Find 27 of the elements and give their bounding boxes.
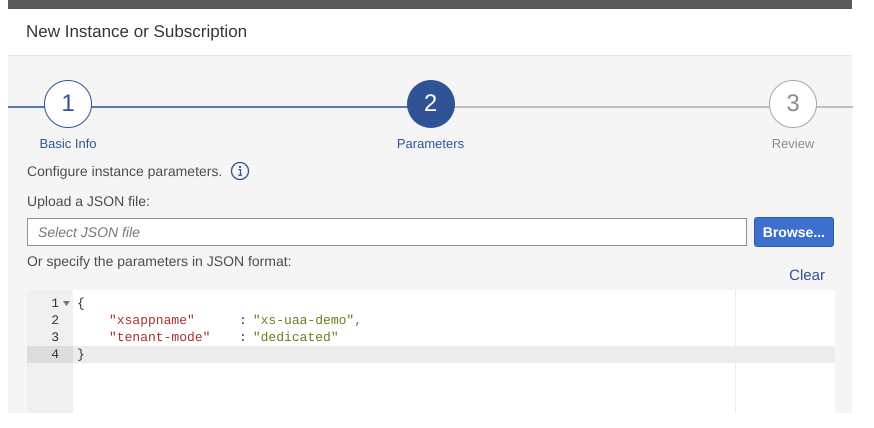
- line-number: 3: [51, 330, 59, 345]
- file-field[interactable]: Select JSON file: [27, 218, 747, 246]
- dialog-title: New Instance or Subscription: [26, 22, 248, 42]
- json-punctuation: }: [77, 347, 85, 362]
- line-number: 4: [51, 347, 59, 362]
- json-punctuation: :: [239, 330, 247, 345]
- json-value: "xs-uaa-demo",: [252, 313, 362, 328]
- step-circle[interactable]: 2: [406, 80, 454, 128]
- editor-label: Or specify the parameters in JSON format:: [27, 253, 292, 269]
- line-number: 2: [51, 313, 59, 328]
- upload-label: Upload a JSON file:: [27, 193, 150, 209]
- json-value: "dedicated": [252, 330, 339, 345]
- json-punctuation: {: [77, 296, 85, 311]
- json-key: "xsappname": [109, 313, 239, 328]
- fold-icon[interactable]: [63, 301, 70, 306]
- json-key: "tenant-mode": [109, 330, 239, 345]
- intro-text: Configure instance parameters.: [27, 163, 222, 179]
- step-label: Parameters: [396, 136, 464, 151]
- clear-link[interactable]: Clear: [789, 267, 825, 284]
- line-number: 1: [51, 296, 59, 311]
- json-punctuation: :: [239, 313, 247, 328]
- browse-button[interactable]: Browse...: [754, 217, 834, 247]
- step-label: Basic Info: [39, 136, 97, 151]
- info-icon[interactable]: [230, 161, 250, 181]
- step-label: Review: [772, 136, 814, 151]
- step-circle[interactable]: 1: [44, 80, 92, 128]
- code-editor[interactable]: 1 { 2 "xsappname" : "xs-uaa-demo", 3 "tenant-mode" : "dedicated" 4 }: [27, 290, 835, 413]
